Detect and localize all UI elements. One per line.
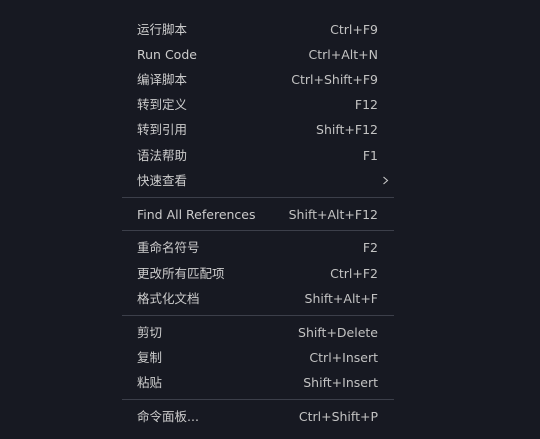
menu-item-paste[interactable]: 粘贴 Shift+Insert	[122, 370, 394, 395]
menu-item-rename-symbol[interactable]: 重命名符号 F2	[122, 235, 394, 260]
menu-item-shortcut: Ctrl+Insert	[309, 350, 378, 365]
menu-item-label: 转到引用	[137, 122, 188, 137]
menu-item-go-to-references[interactable]: 转到引用 Shift+F12	[122, 117, 394, 142]
menu-item-go-to-definition[interactable]: 转到定义 F12	[122, 92, 394, 117]
menu-item-shortcut: F12	[354, 97, 378, 112]
menu-item-label: 更改所有匹配项	[137, 266, 225, 281]
menu-item-label: 快速查看	[137, 173, 188, 188]
menu-item-find-all-references[interactable]: Find All References Shift+Alt+F12	[122, 202, 394, 227]
menu-item-copy[interactable]: 复制 Ctrl+Insert	[122, 345, 394, 370]
menu-item-shortcut: F2	[362, 240, 378, 255]
menu-item-shortcut: Ctrl+Alt+N	[308, 47, 378, 62]
menu-item-shortcut: Ctrl+Shift+P	[298, 409, 378, 424]
menu-item-syntax-help[interactable]: 语法帮助 F1	[122, 143, 394, 168]
menu-item-shortcut: Ctrl+Shift+F9	[291, 72, 378, 87]
menu-item-shortcut: Ctrl+F2	[330, 266, 378, 281]
menu-item-label: 复制	[137, 350, 163, 365]
menu-item-label: Run Code	[137, 47, 197, 62]
chevron-right-icon	[383, 176, 389, 185]
menu-separator	[122, 315, 394, 316]
menu-item-shortcut: F1	[362, 148, 378, 163]
menu-item-shortcut: Shift+Delete	[298, 325, 378, 340]
menu-item-cut[interactable]: 剪切 Shift+Delete	[122, 320, 394, 345]
menu-item-label: 命令面板...	[137, 409, 199, 424]
menu-item-peek[interactable]: 快速查看	[122, 168, 394, 193]
menu-item-run-code[interactable]: Run Code Ctrl+Alt+N	[122, 42, 394, 67]
menu-item-label: 编译脚本	[137, 72, 188, 87]
menu-separator	[122, 230, 394, 231]
menu-item-label: 粘贴	[137, 375, 163, 390]
menu-item-label: 格式化文档	[137, 291, 200, 306]
menu-item-compile-script[interactable]: 编译脚本 Ctrl+Shift+F9	[122, 67, 394, 92]
menu-item-format-document[interactable]: 格式化文档 Shift+Alt+F	[122, 286, 394, 311]
menu-item-shortcut: Ctrl+F9	[330, 22, 378, 37]
menu-item-shortcut: Shift+F12	[316, 122, 378, 137]
context-menu: 运行脚本 Ctrl+F9 Run Code Ctrl+Alt+N 编译脚本 Ct…	[122, 16, 394, 439]
menu-item-label: 剪切	[137, 325, 163, 340]
menu-separator	[122, 399, 394, 400]
menu-item-label: 运行脚本	[137, 22, 188, 37]
menu-item-label: 重命名符号	[137, 240, 200, 255]
menu-item-run-script[interactable]: 运行脚本 Ctrl+F9	[122, 17, 394, 42]
menu-item-command-palette[interactable]: 命令面板... Ctrl+Shift+P	[122, 404, 394, 429]
menu-separator	[122, 197, 394, 198]
menu-item-shortcut: Shift+Insert	[303, 375, 378, 390]
menu-item-change-all-occurrences[interactable]: 更改所有匹配项 Ctrl+F2	[122, 261, 394, 286]
menu-item-label: 语法帮助	[137, 148, 188, 163]
menu-item-label: Find All References	[137, 207, 256, 222]
menu-item-shortcut: Shift+Alt+F	[304, 291, 378, 306]
menu-item-shortcut: Shift+Alt+F12	[288, 207, 378, 222]
menu-item-label: 转到定义	[137, 97, 188, 112]
